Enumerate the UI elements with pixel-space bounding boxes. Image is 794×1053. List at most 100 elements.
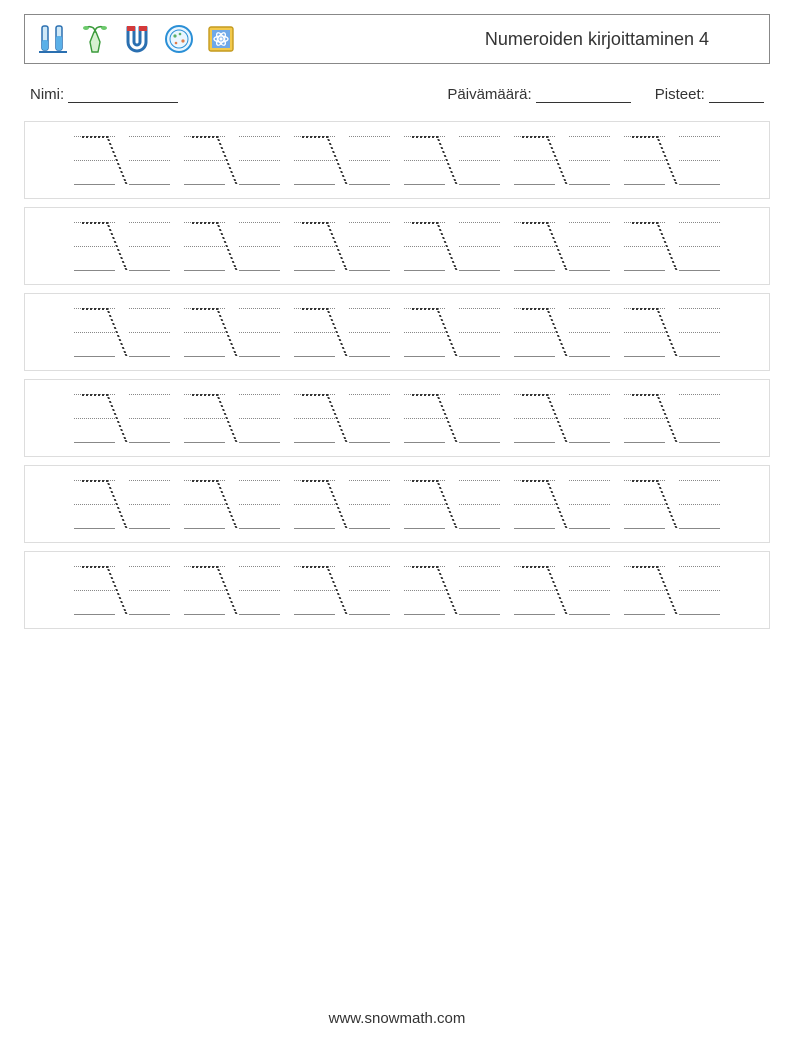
writing-cell[interactable] (402, 390, 447, 446)
writing-cell[interactable] (292, 132, 337, 188)
writing-cell[interactable] (622, 132, 667, 188)
writing-cell[interactable] (182, 390, 227, 446)
writing-cell[interactable] (182, 562, 227, 618)
writing-cell[interactable] (127, 390, 172, 446)
writing-cell[interactable] (622, 218, 667, 274)
trace-digit-7 (302, 394, 328, 442)
header-icon-row (35, 21, 239, 57)
writing-cell[interactable] (72, 390, 117, 446)
trace-digit-7 (522, 394, 548, 442)
writing-cell[interactable] (457, 476, 502, 532)
writing-cell[interactable] (292, 476, 337, 532)
writing-cell[interactable] (457, 390, 502, 446)
writing-cell[interactable] (127, 218, 172, 274)
writing-cell[interactable] (347, 476, 392, 532)
writing-cell[interactable] (567, 390, 612, 446)
writing-cell[interactable] (347, 218, 392, 274)
trace-digit-7 (192, 222, 218, 270)
date-blank[interactable] (536, 89, 631, 103)
practice-row (24, 293, 770, 371)
writing-cell[interactable] (292, 390, 337, 446)
trace-digit-7 (82, 566, 108, 614)
writing-cell[interactable] (622, 476, 667, 532)
writing-cell[interactable] (347, 562, 392, 618)
writing-cell[interactable] (72, 132, 117, 188)
trace-digit-7 (412, 480, 438, 528)
writing-cell[interactable] (402, 476, 447, 532)
writing-cell[interactable] (292, 562, 337, 618)
writing-cell[interactable] (622, 304, 667, 360)
writing-cell[interactable] (292, 304, 337, 360)
petri-dish-icon (161, 21, 197, 57)
writing-cell[interactable] (402, 304, 447, 360)
writing-cell[interactable] (127, 562, 172, 618)
trace-digit-7 (522, 566, 548, 614)
writing-cell[interactable] (457, 304, 502, 360)
writing-cell[interactable] (237, 218, 282, 274)
score-field: Pisteet: (655, 86, 764, 103)
name-blank[interactable] (68, 89, 178, 103)
writing-cell[interactable] (512, 390, 557, 446)
writing-cell[interactable] (677, 476, 722, 532)
magnet-icon (119, 21, 155, 57)
writing-cell[interactable] (72, 476, 117, 532)
writing-cell[interactable] (237, 304, 282, 360)
writing-cell[interactable] (237, 390, 282, 446)
score-blank[interactable] (709, 89, 764, 103)
score-label: Pisteet: (655, 86, 705, 103)
writing-cell[interactable] (347, 390, 392, 446)
writing-cell[interactable] (402, 562, 447, 618)
test-tubes-icon (35, 21, 71, 57)
writing-cell[interactable] (457, 218, 502, 274)
writing-cell[interactable] (127, 132, 172, 188)
date-field: Päivämäärä: (447, 86, 630, 103)
writing-cell[interactable] (457, 132, 502, 188)
trace-digit-7 (192, 394, 218, 442)
name-field: Nimi: (30, 86, 178, 103)
writing-cell[interactable] (237, 562, 282, 618)
writing-cell[interactable] (512, 304, 557, 360)
writing-cell[interactable] (182, 476, 227, 532)
writing-cell[interactable] (567, 476, 612, 532)
trace-digit-7 (632, 394, 658, 442)
writing-cell[interactable] (402, 132, 447, 188)
writing-cell[interactable] (567, 304, 612, 360)
writing-cell[interactable] (677, 562, 722, 618)
writing-cell[interactable] (622, 390, 667, 446)
writing-cell[interactable] (512, 132, 557, 188)
writing-cell[interactable] (72, 304, 117, 360)
writing-cell[interactable] (72, 562, 117, 618)
writing-cell[interactable] (567, 132, 612, 188)
writing-cell[interactable] (182, 304, 227, 360)
writing-cell[interactable] (677, 304, 722, 360)
writing-cell[interactable] (182, 132, 227, 188)
writing-cell[interactable] (402, 218, 447, 274)
writing-cell[interactable] (457, 562, 502, 618)
trace-digit-7 (412, 394, 438, 442)
writing-cell[interactable] (237, 476, 282, 532)
writing-cell[interactable] (292, 218, 337, 274)
writing-cell[interactable] (567, 562, 612, 618)
writing-cell[interactable] (567, 218, 612, 274)
writing-cell[interactable] (677, 132, 722, 188)
writing-cell[interactable] (512, 476, 557, 532)
writing-cell[interactable] (677, 390, 722, 446)
practice-area (24, 121, 770, 629)
writing-cell[interactable] (182, 218, 227, 274)
writing-cell[interactable] (622, 562, 667, 618)
atom-book-icon (203, 21, 239, 57)
trace-digit-7 (82, 394, 108, 442)
writing-cell[interactable] (512, 218, 557, 274)
trace-digit-7 (192, 480, 218, 528)
writing-cell[interactable] (72, 218, 117, 274)
trace-digit-7 (82, 222, 108, 270)
writing-cell[interactable] (237, 132, 282, 188)
writing-cell[interactable] (127, 476, 172, 532)
meta-row: Nimi: Päivämäärä: Pisteet: (30, 86, 764, 103)
writing-cell[interactable] (512, 562, 557, 618)
writing-cell[interactable] (347, 304, 392, 360)
writing-cell[interactable] (347, 132, 392, 188)
writing-cell[interactable] (127, 304, 172, 360)
trace-digit-7 (82, 480, 108, 528)
writing-cell[interactable] (677, 218, 722, 274)
